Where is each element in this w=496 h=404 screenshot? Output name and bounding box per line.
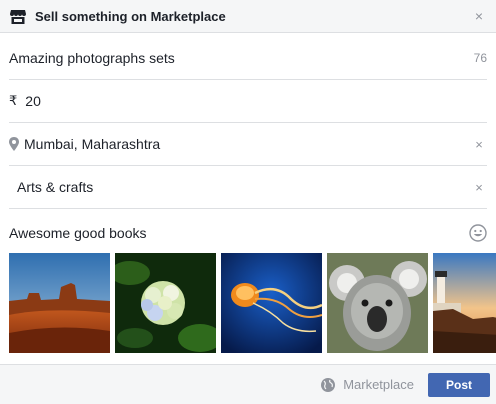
photo-desert[interactable] (9, 253, 110, 353)
photo-lighthouse[interactable] (433, 253, 496, 353)
location-input[interactable]: Mumbai, Maharashtra (24, 136, 471, 152)
close-icon[interactable]: × (471, 8, 487, 24)
category-input[interactable]: Arts & crafts (9, 179, 471, 195)
category-field[interactable]: Arts & crafts × (9, 166, 487, 209)
store-icon (9, 7, 27, 25)
character-count: 76 (473, 51, 487, 65)
audience-selector[interactable]: Marketplace (321, 377, 414, 392)
audience-label: Marketplace (343, 377, 414, 392)
dialog-footer: Marketplace Post (0, 364, 496, 404)
title-input[interactable]: Amazing photographs sets (9, 50, 474, 66)
clear-location-icon[interactable]: × (471, 137, 487, 152)
description-input[interactable]: Awesome good books (9, 225, 469, 241)
photo-koala[interactable] (327, 253, 428, 353)
dialog-header: Sell something on Marketplace × (0, 0, 496, 33)
title-field[interactable]: Amazing photographs sets 76 (9, 37, 487, 80)
photo-hydrangea[interactable] (115, 253, 216, 353)
clear-category-icon[interactable]: × (471, 180, 487, 195)
price-input[interactable]: 20 (25, 93, 487, 109)
globe-icon (321, 377, 336, 392)
dialog-title: Sell something on Marketplace (35, 8, 226, 24)
photo-jellyfish[interactable] (221, 253, 322, 353)
description-field[interactable]: Awesome good books (9, 222, 487, 244)
location-field[interactable]: Mumbai, Maharashtra × (9, 123, 487, 166)
photo-strip (9, 253, 496, 353)
emoji-icon[interactable] (469, 224, 487, 242)
location-pin-icon (9, 137, 19, 151)
currency-symbol: ₹ (9, 93, 18, 108)
post-button[interactable]: Post (428, 372, 490, 397)
price-field[interactable]: ₹ 20 (9, 80, 487, 123)
